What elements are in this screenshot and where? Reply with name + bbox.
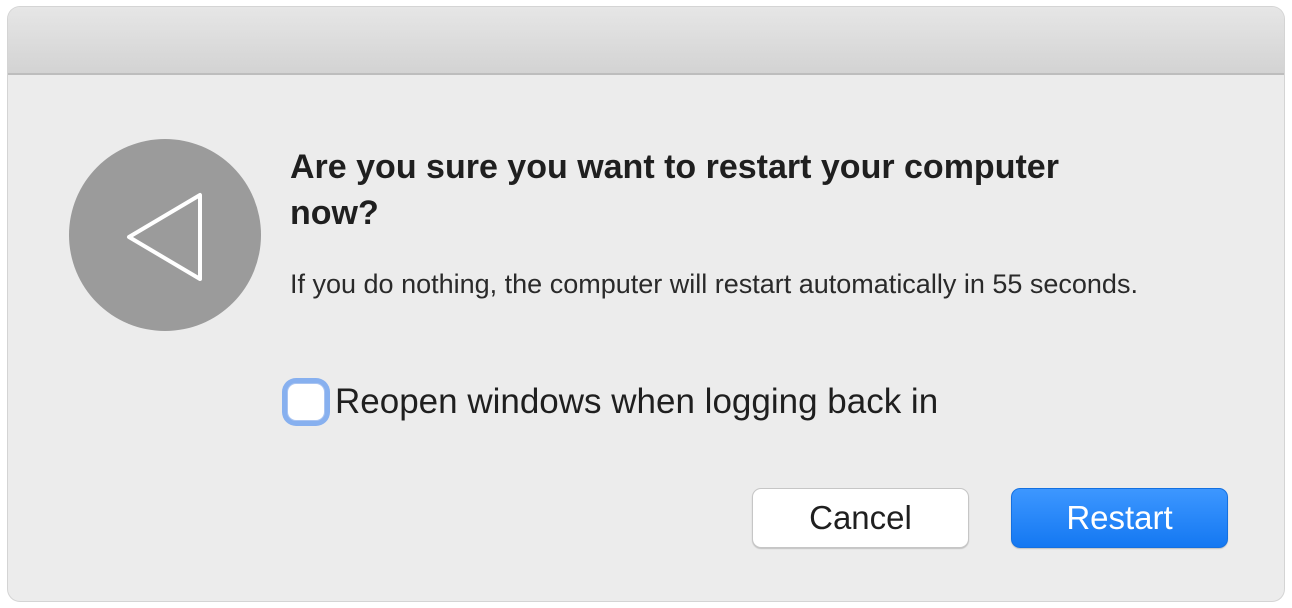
reopen-windows-checkbox[interactable]	[287, 383, 325, 421]
restart-triangle-icon-graphic	[127, 193, 202, 281]
restart-triangle-icon	[69, 139, 261, 331]
dialog-titlebar	[8, 7, 1284, 75]
restart-dialog: Are you sure you want to restart your co…	[8, 7, 1284, 601]
cancel-button[interactable]: Cancel	[752, 488, 969, 548]
dialog-headline: Are you sure you want to restart your co…	[290, 148, 1059, 232]
reopen-windows-option[interactable]: Reopen windows when logging back in	[280, 369, 938, 435]
dialog-message: If you do nothing, the computer will res…	[290, 269, 1138, 299]
restart-button[interactable]: Restart	[1011, 488, 1228, 548]
reopen-windows-label[interactable]: Reopen windows when logging back in	[335, 380, 938, 424]
